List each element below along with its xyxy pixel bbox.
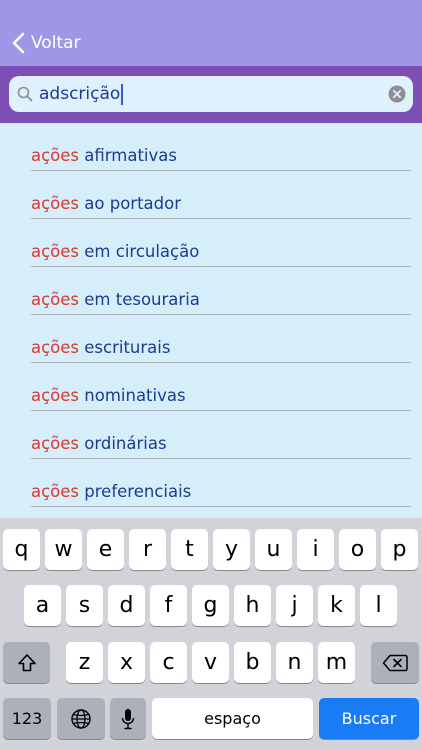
result-text: afirmativas bbox=[79, 146, 177, 165]
navigation-bar: Voltar bbox=[0, 0, 422, 66]
keyboard: q w e r t y u i o p a s d f g h j k l z … bbox=[0, 518, 422, 750]
shift-key[interactable] bbox=[3, 642, 50, 683]
search-bar: adscrição bbox=[0, 66, 422, 123]
back-button[interactable]: Voltar bbox=[12, 30, 81, 56]
divider bbox=[31, 506, 411, 507]
list-item[interactable]: ações escriturais bbox=[0, 315, 422, 363]
key-x[interactable]: x bbox=[108, 642, 145, 683]
key-t[interactable]: t bbox=[171, 529, 208, 570]
globe-key[interactable] bbox=[57, 698, 105, 739]
result-text: ordinárias bbox=[79, 434, 167, 453]
key-z[interactable]: z bbox=[66, 642, 103, 683]
key-b[interactable]: b bbox=[234, 642, 271, 683]
list-item[interactable]: ações em tesouraria bbox=[0, 267, 422, 315]
numbers-key[interactable]: 123 bbox=[3, 698, 51, 739]
key-i[interactable]: i bbox=[297, 529, 334, 570]
key-l[interactable]: l bbox=[360, 585, 397, 626]
result-text: ao portador bbox=[79, 194, 182, 213]
key-d[interactable]: d bbox=[108, 585, 145, 626]
key-y[interactable]: y bbox=[213, 529, 250, 570]
result-text: nominativas bbox=[79, 386, 186, 405]
result-highlight: ações bbox=[31, 482, 80, 501]
result-highlight: ações bbox=[31, 434, 80, 453]
text-cursor bbox=[121, 83, 124, 105]
key-j[interactable]: j bbox=[276, 585, 313, 626]
list-item[interactable]: ações preferenciais bbox=[0, 459, 422, 507]
search-input[interactable]: adscrição bbox=[39, 80, 379, 108]
key-n[interactable]: n bbox=[276, 642, 313, 683]
result-highlight: ações bbox=[31, 242, 80, 261]
list-item[interactable]: ações nominativas bbox=[0, 363, 422, 411]
result-highlight: ações bbox=[31, 338, 80, 357]
list-item[interactable]: ações ordinárias bbox=[0, 411, 422, 459]
key-k[interactable]: k bbox=[318, 585, 355, 626]
list-item[interactable]: ações afirmativas bbox=[0, 123, 422, 171]
key-w[interactable]: w bbox=[45, 529, 82, 570]
key-o[interactable]: o bbox=[339, 529, 376, 570]
result-text: escriturais bbox=[79, 338, 171, 357]
result-highlight: ações bbox=[31, 290, 80, 309]
search-field[interactable]: adscrição bbox=[9, 76, 413, 112]
key-v[interactable]: v bbox=[192, 642, 229, 683]
key-a[interactable]: a bbox=[24, 585, 61, 626]
key-u[interactable]: u bbox=[255, 529, 292, 570]
microphone-icon bbox=[121, 708, 135, 729]
search-input-value: adscrição bbox=[39, 84, 121, 104]
key-m[interactable]: m bbox=[318, 642, 355, 683]
result-text: preferenciais bbox=[79, 482, 192, 501]
search-icon bbox=[17, 86, 33, 102]
delete-icon bbox=[382, 654, 408, 671]
result-text: em tesouraria bbox=[79, 290, 200, 309]
globe-icon bbox=[71, 708, 91, 729]
results-list: ações afirmativas ações ao portador açõe… bbox=[0, 123, 422, 507]
key-e[interactable]: e bbox=[87, 529, 124, 570]
key-p[interactable]: p bbox=[381, 529, 418, 570]
clear-icon[interactable] bbox=[388, 85, 406, 103]
result-highlight: ações bbox=[31, 386, 80, 405]
result-highlight: ações bbox=[31, 146, 80, 165]
shift-icon bbox=[17, 653, 36, 671]
key-q[interactable]: q bbox=[3, 529, 40, 570]
result-text: em circulação bbox=[79, 242, 200, 261]
list-item[interactable]: ações em circulação bbox=[0, 219, 422, 267]
key-h[interactable]: h bbox=[234, 585, 271, 626]
delete-key[interactable] bbox=[371, 642, 419, 683]
key-s[interactable]: s bbox=[66, 585, 103, 626]
dictation-key[interactable] bbox=[110, 698, 146, 739]
key-c[interactable]: c bbox=[150, 642, 187, 683]
key-g[interactable]: g bbox=[192, 585, 229, 626]
chevron-left-icon bbox=[12, 32, 25, 54]
list-item[interactable]: ações ao portador bbox=[0, 171, 422, 219]
back-button-label: Voltar bbox=[31, 33, 81, 53]
key-f[interactable]: f bbox=[150, 585, 187, 626]
space-key[interactable]: espaço bbox=[152, 698, 313, 739]
result-highlight: ações bbox=[31, 194, 80, 213]
key-r[interactable]: r bbox=[129, 529, 166, 570]
search-submit-key[interactable]: Buscar bbox=[319, 698, 419, 739]
